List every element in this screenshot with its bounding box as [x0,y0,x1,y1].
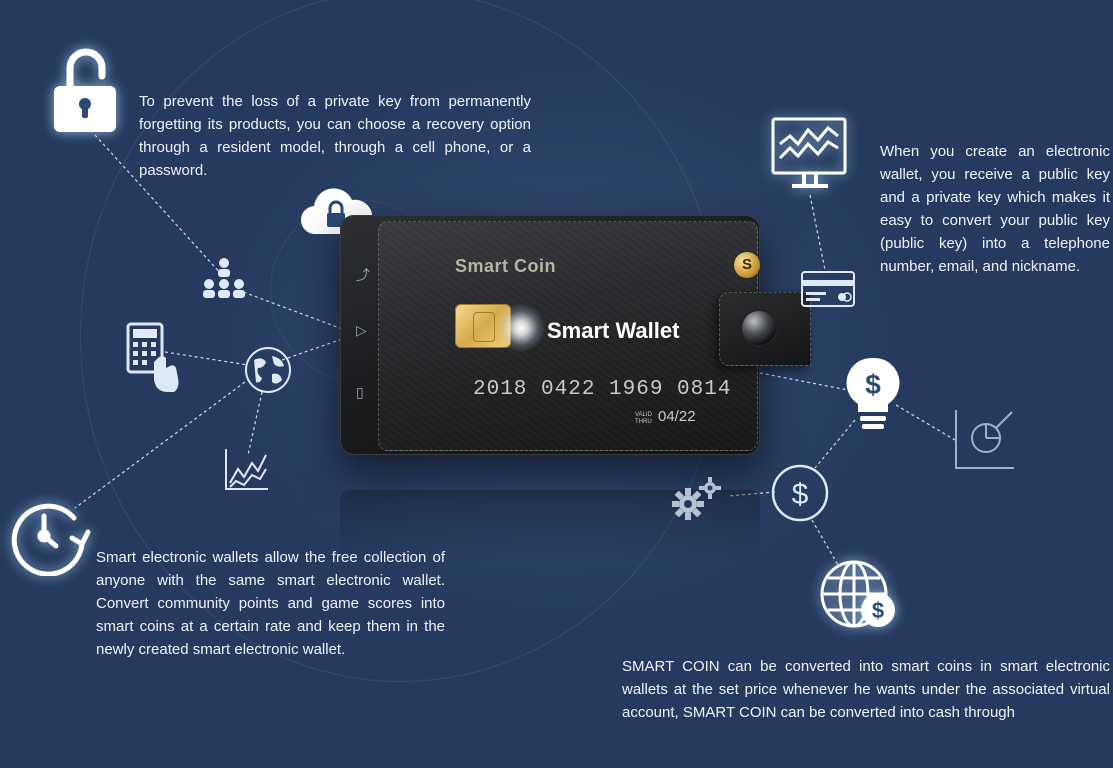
side-arrow-icon: ⤴ [356,268,370,284]
network-people-icon [200,256,248,307]
side-chevron-icon: ▷ [356,323,367,339]
smart-wallet-image: ⤴ ▷ ▯ Smart Coin S Smart Wallet 2018 042… [340,215,811,455]
globe-dollar-sign: $ [872,598,884,623]
gears-icon [670,474,726,529]
credit-card-icon [800,270,856,313]
pie-chart-icon [952,408,1016,477]
conversion-description: SMART COIN can be converted into smart c… [622,658,1110,721]
wallet-side-strip: ⤴ ▷ ▯ [350,245,376,435]
collection-description: Smart electronic wallets allow the free … [96,549,445,658]
dollar-circle-icon: $ [771,464,829,527]
smart-coin-logo: S [734,252,760,278]
lightbulb-dollar-sign: $ [865,369,881,400]
wallet-strap [719,292,811,366]
recovery-description: To prevent the loss of a private key fro… [139,93,531,179]
card-panel: Smart Coin S Smart Wallet 2018 0422 1969… [378,221,811,451]
card-title: Smart Wallet [547,318,680,343]
line-chart-icon [222,447,270,498]
calculator-icon [126,322,182,401]
card-number: 2018 0422 1969 0814 [473,378,732,401]
card-brand: Smart Coin [455,256,557,276]
snap-button [742,311,776,345]
monitor-chart-icon [770,116,850,201]
keys-description: When you create an electronic wallet, yo… [880,143,1110,275]
card-expiry: 04/22 [658,408,696,425]
valid-thru-label: VALID THRU [635,412,652,425]
lock-icon [50,42,120,139]
clock-refresh-icon [4,494,94,581]
dollar-circle-sign: $ [792,478,809,511]
light-flare [497,304,545,352]
globe-icon [244,346,292,399]
lightbulb-dollar-icon: $ [846,356,900,439]
side-copy-icon: ▯ [356,385,364,401]
globe-dollar-icon: $ [818,558,902,637]
